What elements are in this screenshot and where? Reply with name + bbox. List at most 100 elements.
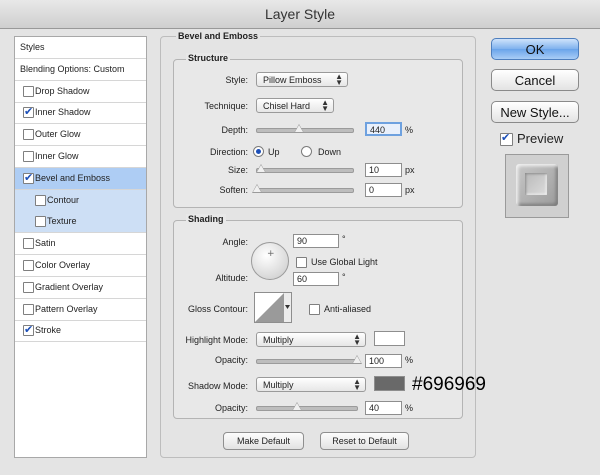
shadow-color-swatch[interactable] [374,376,405,391]
style-list-item-outer-glow[interactable]: Outer Glow [15,124,146,146]
technique-select[interactable]: Chisel Hard ▲ ▼ [256,98,334,113]
shadow-opacity-unit: % [405,403,414,413]
shadow-mode-value: Multiply [263,380,294,390]
layer-style-dialog: Styles Blending Options: Custom Drop Shado… [0,29,600,475]
style-list-item-contour[interactable]: Contour [15,190,146,212]
anti-aliased-checkbox[interactable] [309,304,320,315]
gloss-contour-label: Gloss Contour: [187,304,248,314]
style-checkbox[interactable] [23,323,34,336]
style-list-item-blending-options-custom[interactable]: Blending Options: Custom [15,59,146,81]
soften-unit: px [405,185,415,195]
style-list-label: Inner Shadow [35,107,91,117]
angle-unit: ° [342,234,346,244]
style-checkbox[interactable] [23,304,34,315]
style-checkbox[interactable] [35,216,46,227]
depth-label: Depth: [221,125,248,135]
shadow-opacity-label: Opacity: [214,403,248,413]
crosshair-icon: + [267,249,275,259]
style-list-item-gradient-overlay[interactable]: Gradient Overlay [15,277,146,299]
highlight-opacity-thumb[interactable] [352,355,362,364]
use-global-light-checkbox[interactable] [296,257,307,268]
bevel-emboss-title: Bevel and Emboss [176,31,261,41]
style-list-label: Inner Glow [35,151,79,161]
style-list-label: Pattern Overlay [35,304,98,314]
make-default-button[interactable]: Make Default [223,432,304,450]
style-checkbox[interactable] [23,86,34,97]
depth-slider-thumb[interactable] [294,124,305,133]
style-list-item-stroke[interactable]: Stroke [15,320,146,342]
highlight-opacity-slider[interactable] [256,355,362,364]
preview-checkbox[interactable] [500,131,513,146]
soften-label: Soften: [219,185,248,195]
new-style-button[interactable]: New Style... [491,101,579,123]
shadow-opacity-field[interactable]: 40 [365,401,402,415]
style-list-item-color-overlay[interactable]: Color Overlay [15,255,146,277]
style-list-label: Styles [20,42,45,52]
shadow-mode-label: Shadow Mode: [187,381,248,391]
style-checkbox[interactable] [35,195,46,206]
highlight-mode-label: Highlight Mode: [185,335,248,345]
angle-dial[interactable]: + [251,242,289,280]
size-slider-thumb[interactable] [255,164,266,173]
shading-title: Shading [186,214,226,224]
highlight-color-swatch[interactable] [374,331,405,346]
style-checkbox[interactable] [23,282,34,293]
soften-slider[interactable] [252,184,354,193]
highlight-mode-value: Multiply [263,335,294,345]
style-select[interactable]: Pillow Emboss ▲ ▼ [256,72,348,87]
direction-down-radio[interactable] [301,146,312,157]
reset-to-default-button[interactable]: Reset to Default [320,432,409,450]
window-title: Layer Style [264,6,336,22]
style-checkbox[interactable] [23,260,34,271]
soften-slider-thumb[interactable] [252,184,262,193]
altitude-field[interactable]: 60 [293,272,339,286]
style-list-label: Bevel and Emboss [35,173,111,183]
use-global-light-label: Use Global Light [311,257,378,267]
soften-field[interactable]: 0 [365,183,402,197]
style-checkbox[interactable] [23,238,34,249]
size-field[interactable]: 10 [365,163,402,177]
angle-field[interactable]: 90 [293,234,339,248]
depth-unit: % [405,125,414,135]
angle-label: Angle: [222,237,248,247]
depth-field[interactable]: 440 [365,122,402,136]
size-slider[interactable] [255,164,354,173]
style-checkbox[interactable] [23,129,34,140]
style-list-label: Blending Options: Custom [20,64,125,74]
style-list-item-styles[interactable]: Styles [15,37,146,59]
style-checkbox[interactable] [23,171,34,184]
highlight-mode-select[interactable]: Multiply ▲ ▼ [256,332,366,347]
preview-thumbnail [505,154,569,218]
style-list-item-bevel-and-emboss[interactable]: Bevel and Emboss [15,168,146,190]
highlight-opacity-field[interactable]: 100 [365,354,402,368]
updown-arrows-icon: ▲ ▼ [335,72,343,87]
direction-up-radio[interactable] [253,146,264,157]
style-checkbox[interactable] [23,105,34,118]
direction-up-label: Up [268,147,280,157]
shadow-mode-select[interactable]: Multiply ▲ ▼ [256,377,366,392]
preview-inner-square [525,173,547,195]
style-list-item-inner-glow[interactable]: Inner Glow [15,146,146,168]
shadow-opacity-thumb[interactable] [292,402,302,411]
technique-label: Technique: [204,101,248,111]
shadow-opacity-slider[interactable] [256,402,358,411]
style-checkbox[interactable] [23,151,34,162]
styles-list: Styles Blending Options: Custom Drop Shado… [14,36,147,458]
direction-down-label: Down [318,147,342,157]
technique-value: Chisel Hard [263,101,311,111]
style-list-item-pattern-overlay[interactable]: Pattern Overlay [15,299,146,321]
gloss-contour-picker[interactable] [254,292,292,323]
cancel-button[interactable]: Cancel [491,69,579,91]
ok-button[interactable]: OK [491,38,579,60]
updown-arrows-icon: ▲ ▼ [353,377,361,392]
style-list-label: Outer Glow [35,129,81,139]
style-list-item-satin[interactable]: Satin [15,233,146,255]
depth-slider[interactable] [256,124,354,133]
style-list-item-texture[interactable]: Texture [15,211,146,233]
style-list-item-drop-shadow[interactable]: Drop Shadow [15,81,146,103]
anti-aliased-label: Anti-aliased [324,304,372,314]
altitude-label: Altitude: [215,273,248,283]
style-list-item-inner-shadow[interactable]: Inner Shadow [15,102,146,124]
preview-label: Preview [517,131,564,146]
updown-arrows-icon: ▲ ▼ [353,332,361,347]
